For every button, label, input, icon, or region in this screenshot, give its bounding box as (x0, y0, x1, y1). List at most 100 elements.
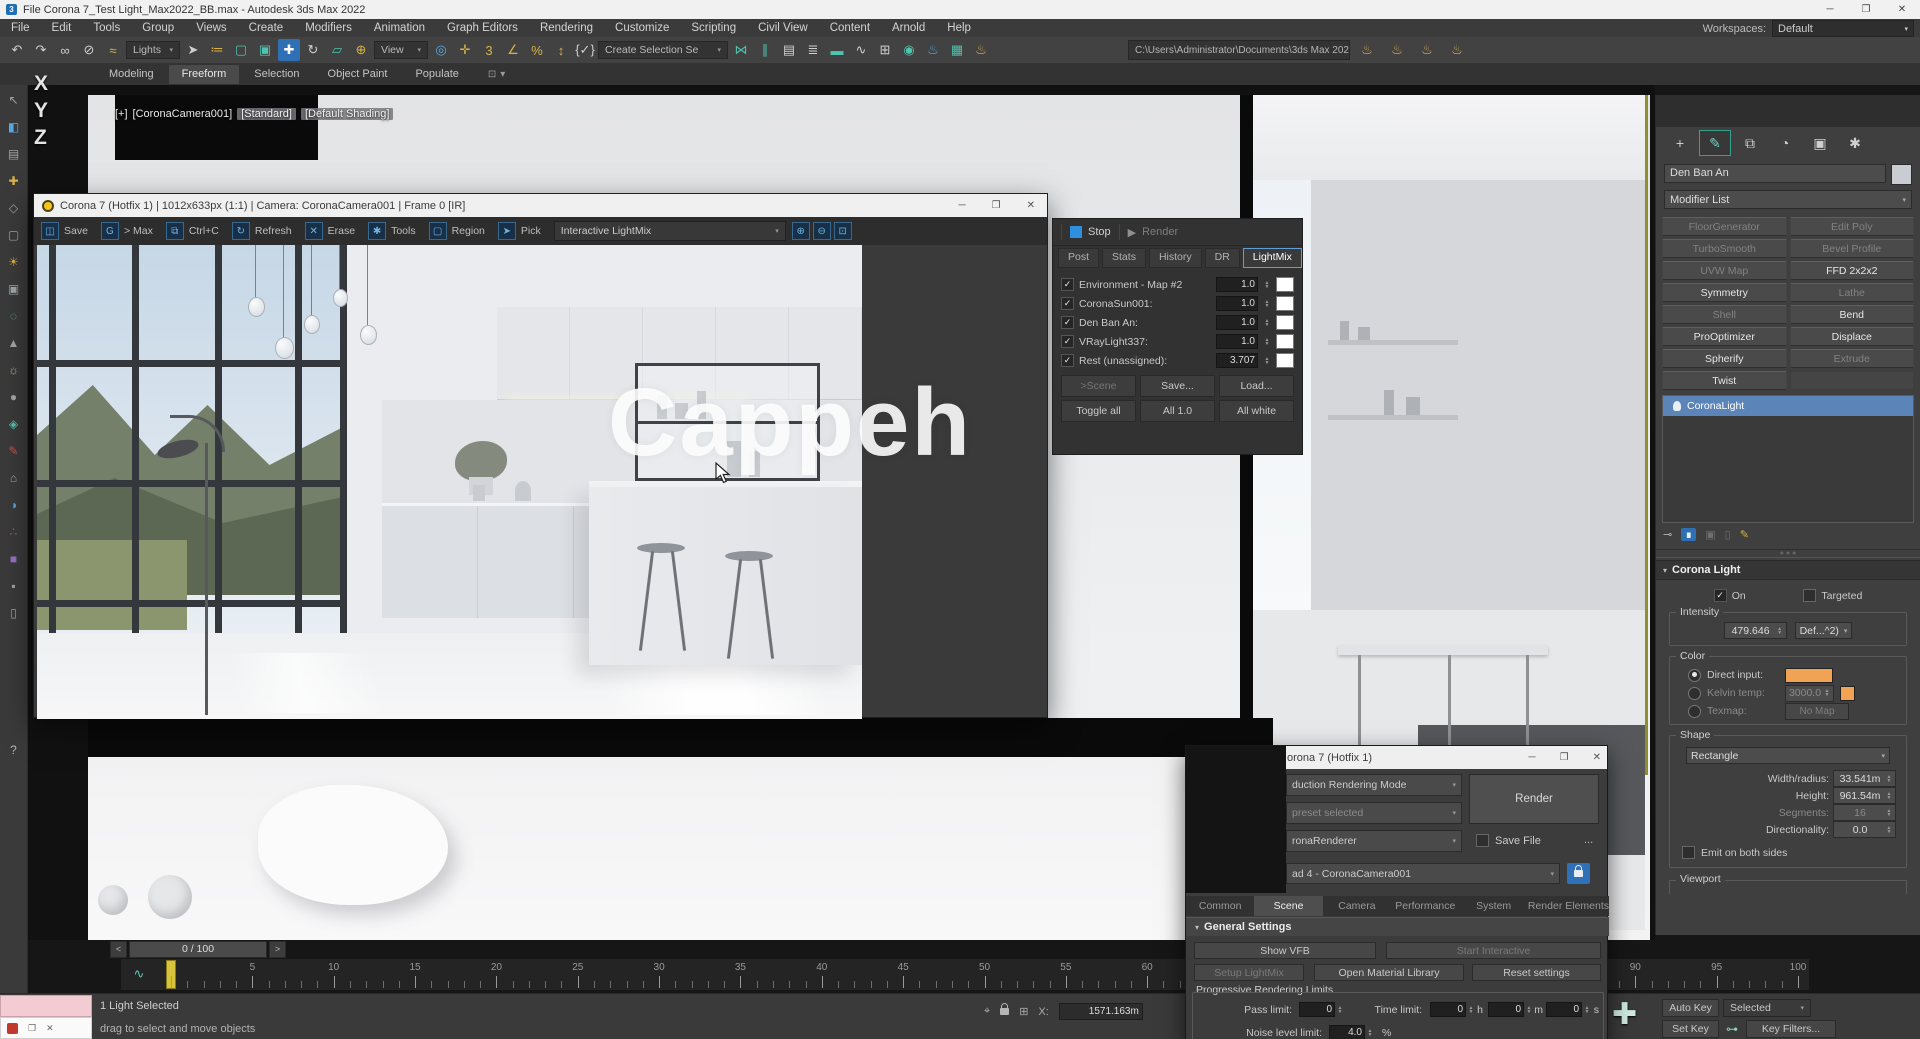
geometry-icon[interactable]: ◇ (4, 197, 24, 219)
vfb-panel-tab[interactable]: Stats (1102, 248, 1146, 268)
vfb-erase-button[interactable]: ✕ Erase (305, 222, 362, 240)
lightmix-button[interactable]: Load... (1219, 375, 1294, 397)
spinner-icon[interactable] (1366, 1029, 1374, 1037)
save-file-browse-button[interactable]: ... (1584, 834, 1593, 846)
set-key-button[interactable]: Set Key (1662, 1020, 1719, 1038)
use-pivot-point-icon[interactable]: ◎ (430, 39, 452, 61)
object-color-swatch[interactable] (1891, 164, 1912, 185)
vfb-titlebar[interactable]: Corona 7 (Hotfix 1) | 1012x633px (1:1) |… (34, 194, 1047, 217)
x-coordinate-field[interactable]: 1571.163m (1059, 1003, 1143, 1020)
lightmix-value-input[interactable]: 1.0 (1216, 334, 1258, 349)
modifier-button[interactable]: Twist (1662, 371, 1787, 390)
height-field[interactable]: 961.54m (1833, 787, 1896, 804)
color-swatch[interactable] (1276, 277, 1294, 292)
render-preset-b-icon[interactable]: ♨ (1386, 39, 1408, 61)
half-sphere-icon[interactable]: ◑ (4, 494, 24, 516)
menu-item[interactable]: File (0, 19, 41, 37)
maximize-icon[interactable]: ❐ (1848, 0, 1884, 19)
box-icon[interactable]: ▢ (4, 224, 24, 246)
ribbon-tab[interactable]: Freeform (169, 65, 240, 84)
checkbox-checked-icon[interactable]: ✓ (1061, 297, 1074, 310)
corona-light-rollout[interactable]: ▾ Corona Light (1656, 560, 1920, 580)
checkbox-unchecked-icon[interactable] (1476, 834, 1489, 847)
select-by-name-icon[interactable]: ≔ (206, 39, 228, 61)
lightmix-value-input[interactable]: 1.0 (1216, 277, 1258, 292)
tab-display[interactable]: ▣ (1804, 130, 1836, 156)
select-cursor-icon[interactable]: ↖ (4, 89, 24, 111)
tab-utilities[interactable]: ✱ (1839, 130, 1871, 156)
spinner-icon[interactable] (1823, 689, 1831, 697)
object-name-field[interactable]: Den Ban An (1664, 164, 1886, 183)
shape-dropdown[interactable]: Rectangle▾ (1686, 747, 1890, 764)
modifier-button[interactable]: ProOptimizer (1662, 327, 1787, 346)
modifier-button[interactable]: Shell (1662, 305, 1787, 324)
modifier-button[interactable]: Bevel Profile (1790, 239, 1915, 258)
vfb-save-button[interactable]: ◫ Save (41, 222, 95, 240)
menu-item[interactable]: Scripting (680, 19, 747, 37)
add-key-icon[interactable]: ✚ (1612, 997, 1637, 1032)
lightmix-value-input[interactable]: 1.0 (1216, 296, 1258, 311)
modifier-button[interactable]: FloorGenerator (1662, 217, 1787, 236)
spinner-icon[interactable] (1885, 775, 1893, 783)
menu-item[interactable]: Content (819, 19, 881, 37)
align-icon[interactable]: ∥ (754, 39, 776, 61)
modifier-button[interactable] (1790, 371, 1915, 390)
ribbon-toggle-icon[interactable]: ▬ (826, 39, 848, 61)
vfb-copy-button[interactable]: ⧉ Ctrl+C (166, 222, 226, 240)
time-slider-value[interactable]: 0 / 100 (129, 941, 267, 958)
selection-set-dropdown[interactable]: Selected▾ (1723, 999, 1811, 1017)
maximize-icon[interactable]: ❐ (992, 200, 1001, 211)
modifier-button[interactable]: UVW Map (1662, 261, 1787, 280)
axis-x-label[interactable]: X (34, 70, 48, 97)
remove-modifier-icon[interactable]: ▯ (1725, 528, 1731, 541)
close-icon[interactable]: ✕ (1884, 0, 1920, 19)
rendered-frame-icon[interactable]: ▦ (946, 39, 968, 61)
helpers-icon[interactable]: ◌ (4, 305, 24, 327)
checkbox-checked-icon[interactable]: ✓ (1061, 316, 1074, 329)
undo-icon[interactable]: ↶ (6, 39, 28, 61)
checkbox-checked-icon[interactable]: ✓ (1061, 354, 1074, 367)
time-limit-s-field[interactable]: 0 (1546, 1002, 1591, 1017)
menu-item[interactable]: Graph Editors (436, 19, 529, 37)
ribbon-more-button[interactable]: ⊡▾ (488, 69, 505, 80)
ribbon-tab[interactable]: Object Paint (315, 65, 401, 84)
modifier-list-dropdown[interactable]: Modifier List▾ (1664, 190, 1912, 209)
close-icon[interactable]: ✕ (1027, 200, 1035, 211)
curve-editor-icon[interactable]: ∿ (850, 39, 872, 61)
spinner-icon[interactable] (1336, 1006, 1344, 1014)
modifier-button[interactable]: Extrude (1790, 349, 1915, 368)
panel-resize-handle[interactable]: ● ● ● (1656, 549, 1920, 558)
radio-unselected-icon[interactable] (1688, 687, 1701, 700)
spinner-icon[interactable] (1885, 826, 1893, 834)
modifier-button[interactable]: Spherify (1662, 349, 1787, 368)
dialog-tab[interactable]: Camera (1323, 896, 1391, 916)
minimize-icon[interactable]: ─ (1529, 752, 1536, 763)
kelvin-field[interactable]: 3000.0 (1785, 685, 1834, 702)
spinner-icon[interactable] (1263, 300, 1271, 308)
noise-limit-field[interactable]: 4.0 (1329, 1025, 1374, 1039)
menu-item[interactable]: Group (131, 19, 185, 37)
ribbon-tab[interactable]: Selection (241, 65, 312, 84)
color-swatch[interactable] (1276, 315, 1294, 330)
purple-box-icon[interactable]: ■ (4, 548, 24, 570)
tab-modify[interactable]: ✎ (1699, 130, 1731, 156)
dialog-tab[interactable]: Render Elements (1528, 896, 1609, 916)
lightmix-button[interactable]: All white (1219, 400, 1294, 422)
unlink-selection-icon[interactable]: ⊘ (78, 39, 100, 61)
sphere-icon[interactable]: ● (4, 386, 24, 408)
show-vfb-button[interactable]: Show VFB (1194, 942, 1376, 959)
dialog-tab[interactable]: Scene (1254, 896, 1322, 916)
spinner-icon[interactable] (1263, 357, 1271, 365)
general-settings-rollout[interactable]: ▾ General Settings (1186, 917, 1609, 936)
menu-item[interactable]: Arnold (881, 19, 936, 37)
select-and-place-icon[interactable]: ⊕ (350, 39, 372, 61)
angle-snap-icon[interactable]: ∠ (502, 39, 524, 61)
named-selection-sets-icon[interactable]: {✓} (574, 39, 596, 61)
checkbox-checked-icon[interactable]: ✓ (1061, 278, 1074, 291)
open-material-library-button[interactable]: Open Material Library (1314, 964, 1464, 981)
select-object-icon[interactable]: ➤ (182, 39, 204, 61)
minimize-icon[interactable]: ─ (959, 200, 966, 211)
axis-z-label[interactable]: Z (34, 124, 48, 151)
sun-icon[interactable]: ☼ (4, 359, 24, 381)
project-folder-dropdown[interactable]: C:\Users\Administrator\Documents\3ds Max… (1128, 40, 1350, 60)
